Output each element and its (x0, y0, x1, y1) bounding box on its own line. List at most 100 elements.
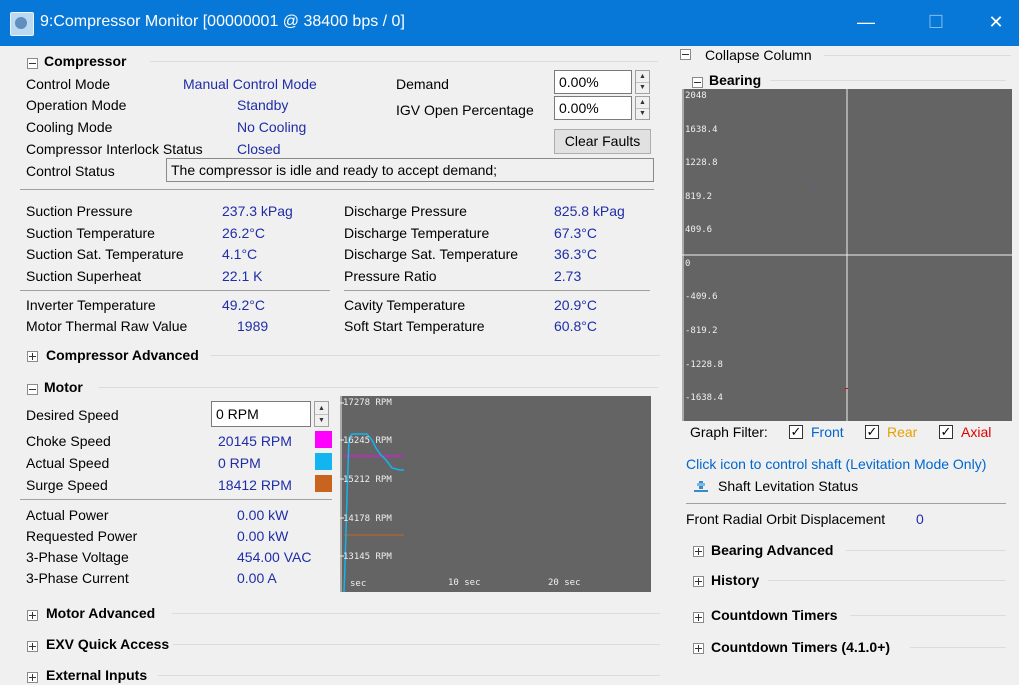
expand-motor-advanced-icon[interactable] (27, 610, 38, 621)
axial-filter-checkbox[interactable]: ✓ (939, 425, 953, 439)
desired-speed-input[interactable]: 0 RPM (211, 401, 311, 427)
desired-speed-spinner[interactable]: ▲ ▼ (314, 401, 329, 427)
divider (210, 355, 660, 356)
interlock-label: Compressor Interlock Status (26, 141, 203, 157)
choke-color-swatch[interactable] (315, 431, 332, 448)
spin-down-icon[interactable]: ▼ (636, 108, 649, 119)
suction-sat-label: Suction Sat. Temperature (26, 246, 184, 262)
graph-y-tick-label: 14178 RPM (343, 514, 392, 524)
divider (846, 550, 1006, 551)
app-icon (10, 12, 34, 36)
spin-down-icon[interactable]: ▼ (315, 414, 328, 426)
divider (344, 290, 650, 291)
motor-advanced-header[interactable]: Motor Advanced (46, 605, 155, 621)
graph-x-tick-label: 10 sec (448, 578, 481, 588)
bearing-y-tick-label: 2048 (685, 91, 707, 101)
minimize-button[interactable]: — (843, 0, 889, 46)
discharge-sat-value: 36.3°C (554, 246, 597, 262)
spin-down-icon[interactable]: ▼ (636, 82, 649, 93)
desired-speed-label: Desired Speed (26, 407, 119, 423)
collapse-motor-icon[interactable] (27, 384, 38, 395)
rear-filter-label[interactable]: Rear (887, 424, 917, 440)
bearing-graph[interactable]: 2048 1638.4 1228.8 819.2 409.6 0 -409.6 … (682, 89, 1012, 421)
front-filter-label[interactable]: Front (811, 424, 844, 440)
graph-y-tick-label: 16245 RPM (343, 436, 392, 446)
demand-label: Demand (396, 76, 449, 92)
close-button[interactable]: ✕ (973, 0, 1019, 46)
speed-graph-canvas (340, 396, 404, 592)
graph-y-tick-label: 17278 RPM (343, 398, 392, 408)
demand-spinner[interactable]: ▲ ▼ (635, 70, 650, 94)
compressor-advanced-header[interactable]: Compressor Advanced (46, 347, 199, 363)
title-bar[interactable]: 9:Compressor Monitor [00000001 @ 38400 b… (0, 0, 1019, 46)
divider (150, 61, 658, 62)
bearing-y-tick-label: 1638.4 (685, 125, 718, 135)
expand-history-icon[interactable] (693, 576, 704, 587)
expand-compressor-advanced-icon[interactable] (27, 351, 38, 362)
surge-color-swatch[interactable] (315, 475, 332, 492)
graph-filter-label: Graph Filter: (690, 424, 768, 440)
cavity-temp-label: Cavity Temperature (344, 297, 466, 313)
speed-graph[interactable]: 17278 RPM 16245 RPM 15212 RPM 14178 RPM … (340, 396, 651, 592)
bearing-y-tick-label: -819.2 (685, 326, 718, 336)
expand-exv-icon[interactable] (27, 641, 38, 652)
igv-input[interactable]: 0.00% (554, 96, 632, 120)
discharge-sat-label: Discharge Sat. Temperature (344, 246, 519, 262)
expand-bearing-advanced-icon[interactable] (693, 546, 704, 557)
current-value: 0.00 A (237, 570, 277, 586)
divider (20, 499, 332, 500)
bearing-header: Bearing (709, 72, 762, 88)
requested-power-label: Requested Power (26, 528, 138, 544)
graph-y-tick-label: 15212 RPM (343, 475, 392, 485)
actual-color-swatch[interactable] (315, 453, 332, 470)
click-icon-instruction: Click icon to control shaft (Levitation … (686, 456, 987, 472)
divider (172, 613, 660, 614)
motor-thermal-value: 1989 (237, 318, 269, 334)
collapse-compressor-icon[interactable] (27, 58, 38, 69)
actual-speed-label: Actual Speed (26, 455, 110, 471)
interlock-value: Closed (237, 141, 281, 157)
exv-header[interactable]: EXV Quick Access (46, 636, 169, 652)
actual-power-value: 0.00 kW (237, 507, 289, 523)
collapse-bearing-icon[interactable] (692, 77, 703, 88)
divider (173, 644, 660, 645)
suction-superheat-value: 22.1 K (222, 268, 263, 284)
cooling-mode-label: Cooling Mode (26, 119, 113, 135)
history-header[interactable]: History (711, 572, 759, 588)
expand-external-inputs-icon[interactable] (27, 672, 38, 683)
bearing-y-tick-label: 1228.8 (685, 158, 718, 168)
rear-filter-checkbox[interactable]: ✓ (865, 425, 879, 439)
shaft-icon[interactable] (693, 479, 709, 493)
bearing-y-tick-label: -1228.8 (685, 360, 723, 370)
expand-countdown-410-icon[interactable] (693, 643, 704, 654)
discharge-pressure-label: Discharge Pressure (344, 203, 467, 219)
graph-x-tick-label: 20 sec (548, 578, 581, 588)
axial-orbit-point (845, 388, 848, 389)
collapse-column-icon[interactable] (680, 49, 691, 60)
choke-speed-value: 20145 RPM (218, 433, 292, 449)
divider (98, 387, 658, 388)
axial-filter-label[interactable]: Axial (961, 424, 991, 440)
igv-spinner[interactable]: ▲ ▼ (635, 96, 650, 120)
collapse-column-label[interactable]: Collapse Column (705, 47, 812, 63)
front-filter-checkbox[interactable]: ✓ (789, 425, 803, 439)
igv-label: IGV Open Percentage (396, 102, 534, 118)
divider (20, 290, 330, 291)
demand-input[interactable]: 0.00% (554, 70, 632, 94)
bearing-graph-canvas (682, 89, 1012, 421)
expand-countdown-icon[interactable] (693, 612, 704, 623)
external-inputs-header[interactable]: External Inputs (46, 667, 147, 683)
window-title: 9:Compressor Monitor [00000001 @ 38400 b… (40, 13, 405, 30)
soft-start-value: 60.8°C (554, 318, 597, 334)
countdown-header[interactable]: Countdown Timers (711, 607, 838, 623)
countdown-410-header[interactable]: Countdown Timers (4.1.0+) (711, 639, 890, 655)
voltage-value: 454.00 VAC (237, 549, 312, 565)
graph-x-tick-label: sec (350, 579, 367, 589)
bearing-advanced-header[interactable]: Bearing Advanced (711, 542, 833, 558)
suction-temp-value: 26.2°C (222, 225, 265, 241)
divider (850, 615, 1006, 616)
bearing-y-tick-label: 819.2 (685, 192, 713, 202)
inverter-temp-value: 49.2°C (222, 297, 265, 313)
clear-faults-button[interactable]: Clear Faults (554, 129, 651, 154)
operation-mode-value: Standby (237, 97, 289, 113)
